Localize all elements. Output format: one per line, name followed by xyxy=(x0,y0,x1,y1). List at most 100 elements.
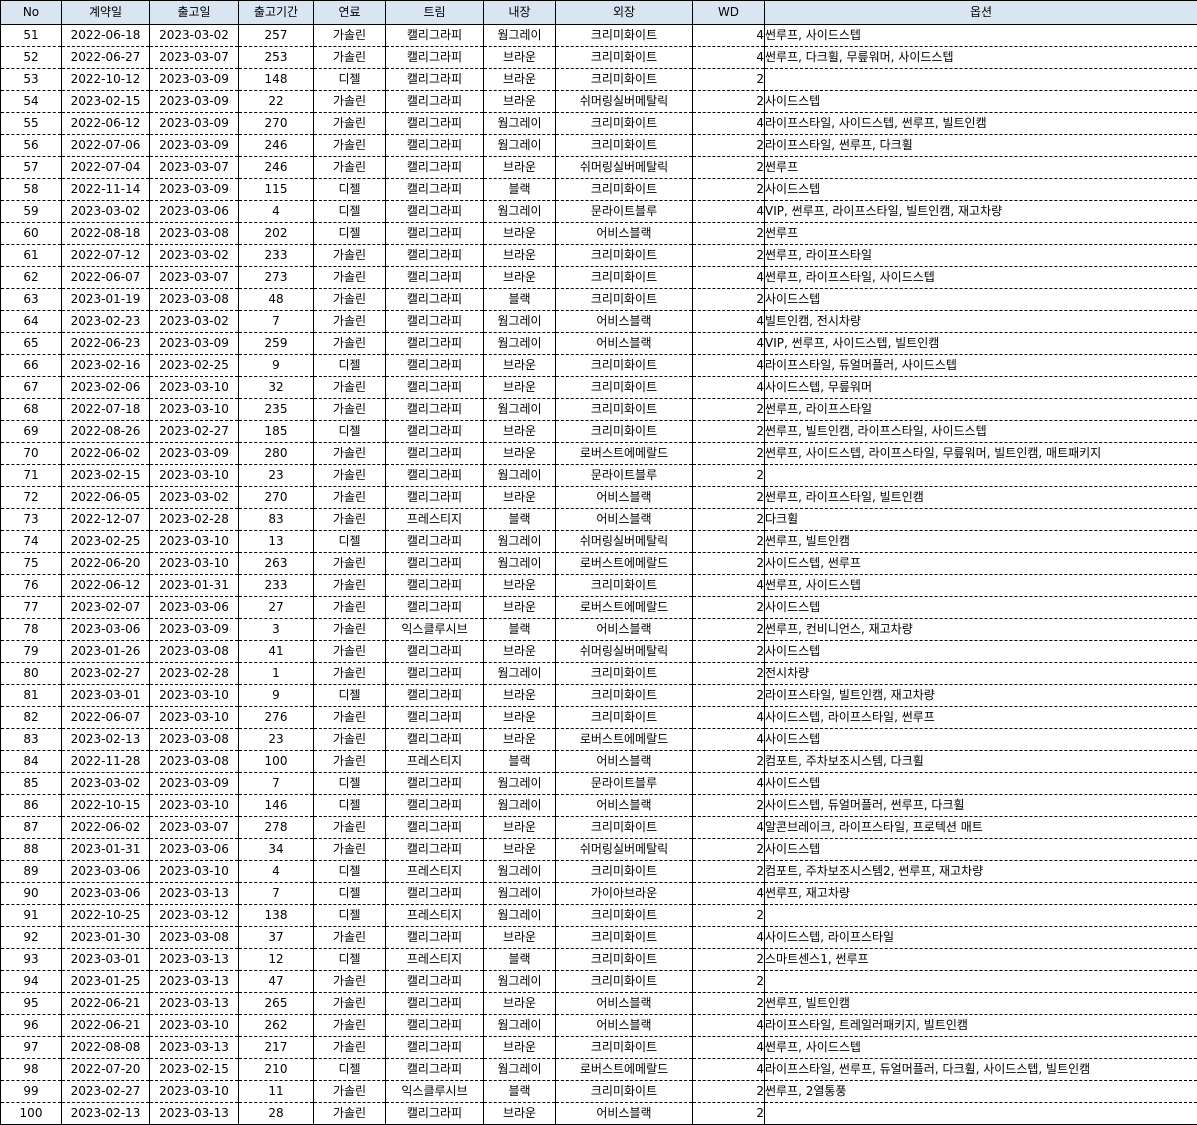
cell-delivery-period[interactable]: 32 xyxy=(239,377,314,399)
cell-delivery-period[interactable]: 273 xyxy=(239,267,314,289)
cell-no[interactable]: 51 xyxy=(1,25,62,47)
cell-options[interactable]: 컴포트, 주차보조시스템, 다크휠 xyxy=(765,751,1197,773)
cell-interior[interactable]: 브라운 xyxy=(484,245,556,267)
cell-delivery-period[interactable]: 11 xyxy=(239,1081,314,1103)
cell-wd[interactable]: 2 xyxy=(693,157,765,179)
cell-delivery-date[interactable]: 2023-02-15 xyxy=(150,1059,239,1081)
cell-interior[interactable]: 브라운 xyxy=(484,707,556,729)
cell-no[interactable]: 98 xyxy=(1,1059,62,1081)
cell-options[interactable]: 썬루프, 컨비니언스, 재고차량 xyxy=(765,619,1197,641)
cell-wd[interactable]: 2 xyxy=(693,179,765,201)
cell-contract-date[interactable]: 2022-06-05 xyxy=(62,487,150,509)
cell-fuel[interactable]: 디젤 xyxy=(314,531,386,553)
cell-delivery-date[interactable]: 2023-03-10 xyxy=(150,795,239,817)
cell-interior[interactable]: 브라운 xyxy=(484,641,556,663)
cell-fuel[interactable]: 가솔린 xyxy=(314,575,386,597)
cell-delivery-date[interactable]: 2023-03-07 xyxy=(150,157,239,179)
cell-options[interactable]: 알콘브레이크, 라이프스타일, 프로텍션 매트 xyxy=(765,817,1197,839)
cell-exterior[interactable]: 쉬머링실버메탈릭 xyxy=(556,531,693,553)
cell-contract-date[interactable]: 2022-07-20 xyxy=(62,1059,150,1081)
cell-exterior[interactable]: 쉬머링실버메탈릭 xyxy=(556,91,693,113)
cell-delivery-date[interactable]: 2023-03-09 xyxy=(150,113,239,135)
cell-options[interactable]: 사이드스텝 xyxy=(765,289,1197,311)
cell-wd[interactable]: 4 xyxy=(693,267,765,289)
cell-delivery-period[interactable]: 148 xyxy=(239,69,314,91)
cell-trim[interactable]: 캘리그라피 xyxy=(386,377,484,399)
cell-exterior[interactable]: 크리미화이트 xyxy=(556,25,693,47)
cell-contract-date[interactable]: 2023-02-23 xyxy=(62,311,150,333)
cell-no[interactable]: 97 xyxy=(1,1037,62,1059)
cell-no[interactable]: 99 xyxy=(1,1081,62,1103)
cell-interior[interactable]: 브라운 xyxy=(484,377,556,399)
cell-no[interactable]: 59 xyxy=(1,201,62,223)
cell-delivery-period[interactable]: 9 xyxy=(239,355,314,377)
cell-contract-date[interactable]: 2022-11-28 xyxy=(62,751,150,773)
cell-contract-date[interactable]: 2022-06-27 xyxy=(62,47,150,69)
cell-wd[interactable]: 4 xyxy=(693,47,765,69)
cell-exterior[interactable]: 크리미화이트 xyxy=(556,1081,693,1103)
cell-exterior[interactable]: 크리미화이트 xyxy=(556,861,693,883)
cell-fuel[interactable]: 디젤 xyxy=(314,905,386,927)
cell-delivery-period[interactable]: 83 xyxy=(239,509,314,531)
cell-exterior[interactable]: 크리미화이트 xyxy=(556,377,693,399)
cell-trim[interactable]: 캘리그라피 xyxy=(386,201,484,223)
cell-no[interactable]: 86 xyxy=(1,795,62,817)
cell-trim[interactable]: 캘리그라피 xyxy=(386,25,484,47)
cell-contract-date[interactable]: 2022-06-20 xyxy=(62,553,150,575)
cell-contract-date[interactable]: 2022-06-21 xyxy=(62,993,150,1015)
cell-delivery-date[interactable]: 2023-03-10 xyxy=(150,465,239,487)
cell-delivery-period[interactable]: 265 xyxy=(239,993,314,1015)
cell-fuel[interactable]: 가솔린 xyxy=(314,993,386,1015)
cell-contract-date[interactable]: 2023-01-26 xyxy=(62,641,150,663)
cell-delivery-period[interactable]: 1 xyxy=(239,663,314,685)
cell-interior[interactable]: 웜그레이 xyxy=(484,971,556,993)
cell-trim[interactable]: 캘리그라피 xyxy=(386,135,484,157)
cell-trim[interactable]: 캘리그라피 xyxy=(386,729,484,751)
cell-contract-date[interactable]: 2023-02-27 xyxy=(62,1081,150,1103)
cell-options[interactable]: 사이드스텝, 무릎워머 xyxy=(765,377,1197,399)
cell-delivery-period[interactable]: 100 xyxy=(239,751,314,773)
cell-exterior[interactable]: 로버스트에메랄드 xyxy=(556,729,693,751)
cell-fuel[interactable]: 가솔린 xyxy=(314,839,386,861)
cell-wd[interactable]: 4 xyxy=(693,377,765,399)
cell-exterior[interactable]: 어비스블랙 xyxy=(556,1015,693,1037)
cell-fuel[interactable]: 가솔린 xyxy=(314,663,386,685)
cell-fuel[interactable]: 디젤 xyxy=(314,355,386,377)
cell-contract-date[interactable]: 2022-07-12 xyxy=(62,245,150,267)
cell-contract-date[interactable]: 2023-01-30 xyxy=(62,927,150,949)
cell-no[interactable]: 80 xyxy=(1,663,62,685)
cell-trim[interactable]: 캘리그라피 xyxy=(386,839,484,861)
cell-trim[interactable]: 프레스티지 xyxy=(386,509,484,531)
cell-delivery-period[interactable]: 278 xyxy=(239,817,314,839)
cell-options[interactable]: VIP, 썬루프, 사이드스텝, 빌트인캠 xyxy=(765,333,1197,355)
cell-fuel[interactable]: 가솔린 xyxy=(314,333,386,355)
cell-trim[interactable]: 캘리그라피 xyxy=(386,421,484,443)
cell-trim[interactable]: 캘리그라피 xyxy=(386,223,484,245)
cell-delivery-period[interactable]: 202 xyxy=(239,223,314,245)
cell-exterior[interactable]: 쉬머링실버메탈릭 xyxy=(556,839,693,861)
cell-delivery-date[interactable]: 2023-03-02 xyxy=(150,245,239,267)
cell-no[interactable]: 75 xyxy=(1,553,62,575)
cell-exterior[interactable]: 크리미화이트 xyxy=(556,179,693,201)
cell-no[interactable]: 85 xyxy=(1,773,62,795)
cell-fuel[interactable]: 가솔린 xyxy=(314,399,386,421)
column-header-options[interactable]: 옵션 xyxy=(765,1,1197,25)
cell-wd[interactable]: 4 xyxy=(693,883,765,905)
cell-fuel[interactable]: 디젤 xyxy=(314,201,386,223)
cell-interior[interactable]: 브라운 xyxy=(484,927,556,949)
cell-exterior[interactable]: 어비스블랙 xyxy=(556,487,693,509)
cell-interior[interactable]: 브라운 xyxy=(484,443,556,465)
cell-options[interactable]: 썬루프, 라이프스타일 xyxy=(765,399,1197,421)
cell-interior[interactable]: 블랙 xyxy=(484,179,556,201)
cell-options[interactable]: 썬루프, 라이프스타일 xyxy=(765,245,1197,267)
cell-trim[interactable]: 캘리그라피 xyxy=(386,1059,484,1081)
cell-no[interactable]: 84 xyxy=(1,751,62,773)
cell-trim[interactable]: 캘리그라피 xyxy=(386,927,484,949)
cell-delivery-date[interactable]: 2023-03-10 xyxy=(150,861,239,883)
cell-wd[interactable]: 2 xyxy=(693,289,765,311)
cell-contract-date[interactable]: 2022-06-07 xyxy=(62,707,150,729)
cell-interior[interactable]: 브라운 xyxy=(484,487,556,509)
cell-trim[interactable]: 캘리그라피 xyxy=(386,773,484,795)
cell-wd[interactable]: 2 xyxy=(693,91,765,113)
cell-exterior[interactable]: 크리미화이트 xyxy=(556,399,693,421)
